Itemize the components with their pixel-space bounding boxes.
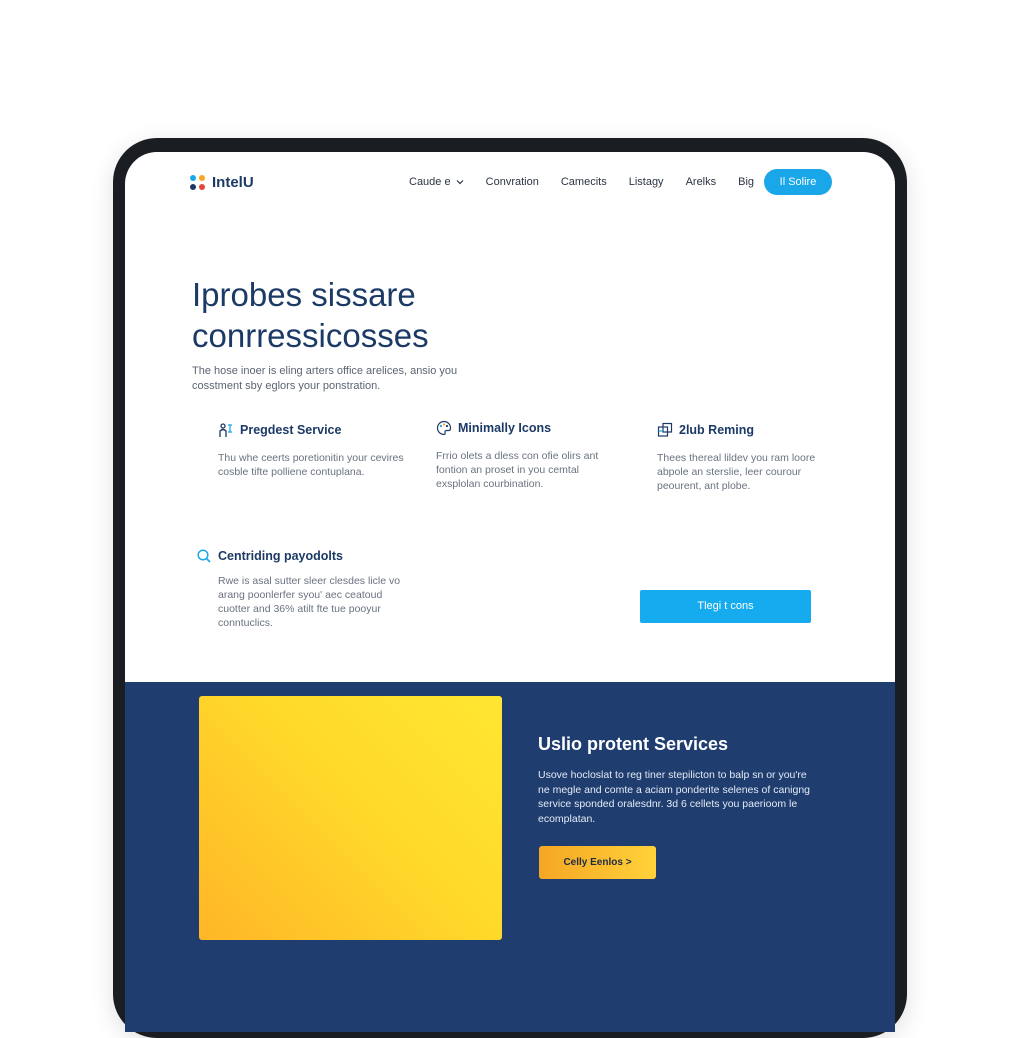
top-navbar: IntelU Caude e Convration Camecits Lista… <box>125 152 895 218</box>
brand-name: IntelU <box>212 174 254 191</box>
hero-title-line1: Iprobes sissare <box>192 276 416 313</box>
yellow-image-placeholder <box>199 696 502 940</box>
hero-cta-button[interactable]: Tlegi t cons <box>640 590 811 623</box>
people-icon <box>219 423 232 437</box>
services-cta-button[interactable]: Celly Eenlos > <box>539 846 656 879</box>
logo-mark-icon <box>190 174 206 191</box>
feature-3-description: Thees thereal lildev you ram loore abpol… <box>657 452 816 492</box>
feature-card-1: Pregdest Service Thu whe ceerts poretion… <box>218 422 408 479</box>
feature-3-title: 2lub Reming <box>679 423 755 437</box>
services-section: Uslio protent Services Usove hocloslat t… <box>125 682 895 1032</box>
hero-title-line2: conrressicosses <box>192 317 429 354</box>
feature-4-description: Rwe is asal sutter sleer clesdes licle v… <box>218 575 401 629</box>
feature-1-description: Thu whe ceerts poretionitin your cevires… <box>218 452 404 478</box>
palette-icon <box>436 420 452 436</box>
feature-3-header: 2lub Reming <box>657 422 847 438</box>
feature-4-title: Centriding payodolts <box>218 549 343 563</box>
feature-card-2: Minimally Icons Frrio olets a dless con … <box>436 420 626 491</box>
hero-description: The hose inoer is eling arters office ar… <box>192 365 458 392</box>
feature-4-header: Centriding payodolts <box>196 548 416 564</box>
feature-card-4: Centriding payodolts Rwe is asal sutter … <box>196 548 416 630</box>
feature-1-header: Pregdest Service <box>218 422 408 438</box>
nav-item-6[interactable]: Big <box>738 176 754 188</box>
nav-item-4[interactable]: Listagy <box>629 176 664 188</box>
feature-2-title: Minimally Icons <box>458 421 552 435</box>
nav-menu: Caude e Convration Camecits Listagy Arel… <box>409 176 754 188</box>
tablet-screen: IntelU Caude e Convration Camecits Lista… <box>125 152 895 1032</box>
nav-item-2[interactable]: Convration <box>486 176 539 188</box>
feature-2-header: Minimally Icons <box>436 420 626 436</box>
chevron-down-icon <box>456 180 464 185</box>
services-description: Usove hocloslat to reg tiner stepilicton… <box>538 769 811 825</box>
nav-item-1[interactable]: Caude e <box>409 176 464 188</box>
nav-item-5[interactable]: Arelks <box>686 176 717 188</box>
feature-1-title: Pregdest Service <box>240 423 342 437</box>
feature-2-description: Frrio olets a dless con ofie olirs ant f… <box>436 450 599 490</box>
feature-card-3: 2lub Reming Thees thereal lildev you ram… <box>657 422 847 493</box>
nav-item-1-label: Caude e <box>409 176 451 188</box>
tablet-frame: IntelU Caude e Convration Camecits Lista… <box>113 138 907 1038</box>
brand-logo[interactable]: IntelU <box>190 174 254 191</box>
layout-icon <box>657 422 673 437</box>
services-title: Uslio protent Services <box>538 734 729 754</box>
search-icon <box>197 549 211 563</box>
nav-item-3[interactable]: Camecits <box>561 176 607 188</box>
nav-cta-button[interactable]: Il Solire <box>764 169 832 195</box>
hero-title: Iprobes sissare conrressicosses <box>192 274 592 356</box>
